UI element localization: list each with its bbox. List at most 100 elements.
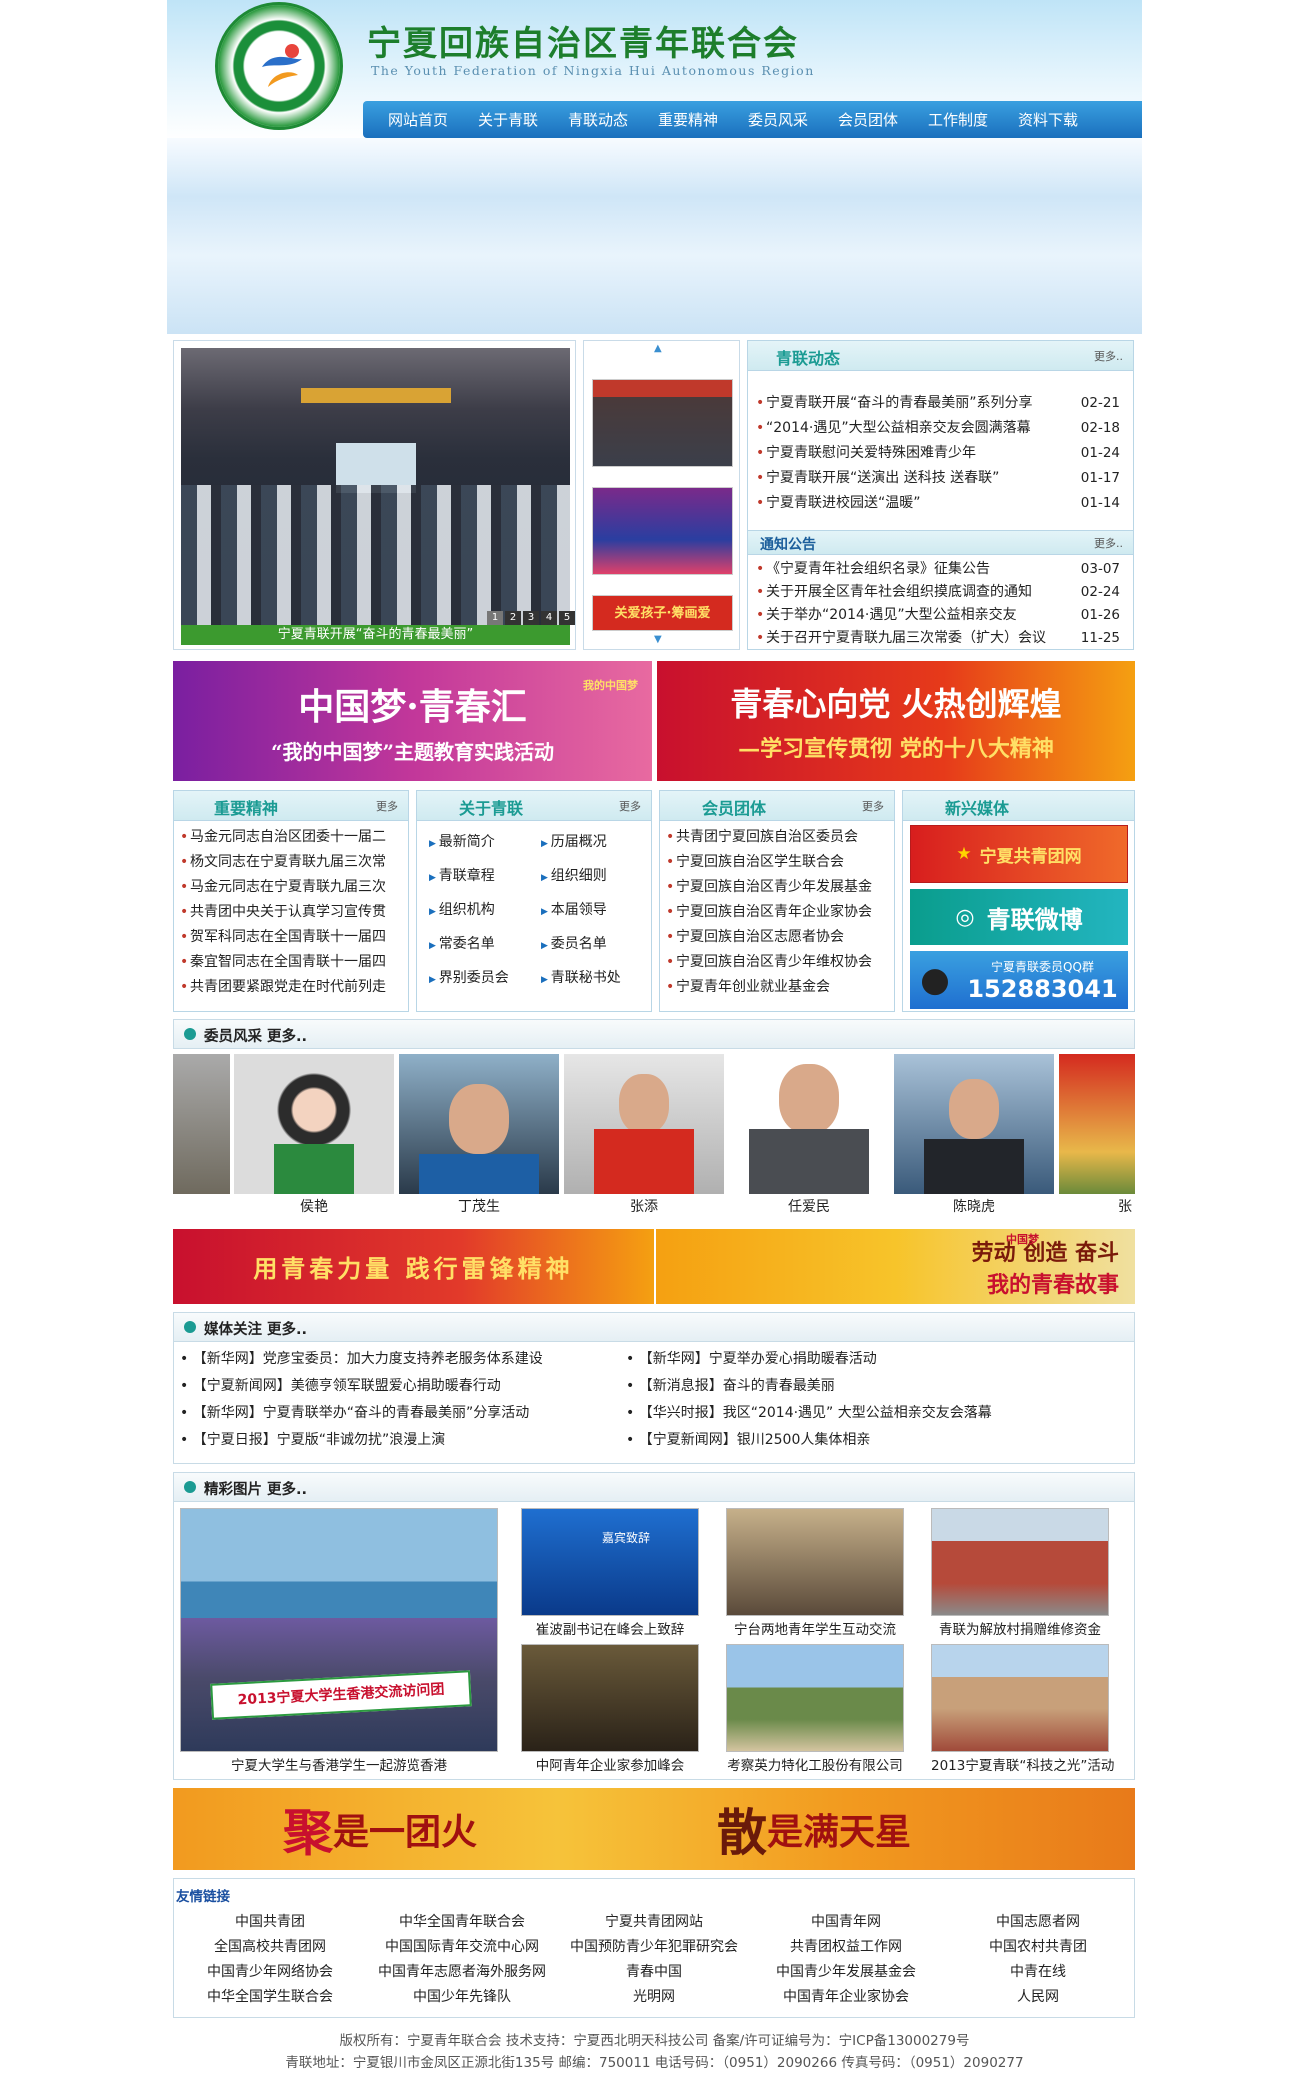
scroll-down-icon[interactable]: ▼ xyxy=(654,634,662,645)
slide-caption[interactable]: 宁夏青联开展“奋斗的青春最美丽” xyxy=(181,625,570,645)
friend-link[interactable]: 宁夏共青团网站 xyxy=(558,1911,750,1930)
gallery-caption[interactable]: 宁夏大学生与香港学生一起游览香港 xyxy=(180,1754,498,1774)
friend-link[interactable]: 中国青年企业家协会 xyxy=(750,1986,942,2005)
member-photo[interactable] xyxy=(729,1054,889,1194)
group-item[interactable]: 宁夏回族自治区青少年发展基金 xyxy=(662,875,892,900)
friend-link[interactable]: 中青在线 xyxy=(942,1961,1134,1980)
spirit-item[interactable]: 马金元同志在宁夏青联九届三次 xyxy=(176,875,406,900)
media-item[interactable]: • 【新华网】宁夏青联举办“奋斗的青春最美丽”分享活动 xyxy=(180,1400,620,1427)
about-link[interactable]: ▶ 常委名单 xyxy=(429,927,539,961)
friend-link[interactable]: 中国青少年发展基金会 xyxy=(750,1961,942,1980)
news-slider[interactable]: 1 2 3 4 5 宁夏青联开展“奋斗的青春最美丽” xyxy=(173,340,576,650)
nav-home[interactable]: 网站首页 xyxy=(373,109,463,130)
youth-story-banner[interactable]: 中国梦 劳动 创造 奋斗 我的青春故事 xyxy=(656,1229,1135,1304)
member-photo[interactable] xyxy=(1059,1054,1135,1194)
gallery-caption[interactable]: 宁台两地青年学生互动交流 xyxy=(726,1618,904,1638)
media-item[interactable]: • 【新消息报】奋斗的青春最美丽 xyxy=(626,1373,1126,1400)
news-item[interactable]: 宁夏青联进校园送“温暖”01-14 xyxy=(752,491,1130,516)
gallery-photo[interactable] xyxy=(726,1644,904,1752)
slide-dot[interactable]: 1 xyxy=(487,611,503,625)
notice-item[interactable]: 《宁夏青年社会组织名录》征集公告03-07 xyxy=(752,558,1130,581)
member-photo[interactable] xyxy=(173,1054,230,1194)
about-link[interactable]: ▶ 青联秘书处 xyxy=(541,961,651,995)
about-link[interactable]: ▶ 历届概况 xyxy=(541,825,651,859)
friend-link[interactable]: 青春中国 xyxy=(558,1961,750,1980)
notice-item[interactable]: 关于召开宁夏青联九届三次常委（扩大）会议11-25 xyxy=(752,627,1130,650)
thumbnail[interactable] xyxy=(592,379,733,467)
group-item[interactable]: 宁夏回族自治区青年企业家协会 xyxy=(662,900,892,925)
friend-link[interactable]: 中国青年网 xyxy=(750,1911,942,1930)
site-logo[interactable] xyxy=(215,2,343,130)
friend-link[interactable]: 全国高校共青团网 xyxy=(174,1936,366,1955)
spirit-item[interactable]: 秦宜智同志在全国青联十一届四 xyxy=(176,950,406,975)
gallery-photo[interactable] xyxy=(521,1644,699,1752)
spirit-item[interactable]: 共青团要紧跟党走在时代前列走 xyxy=(176,975,406,1000)
about-link[interactable]: ▶ 组织机构 xyxy=(429,893,539,927)
nav-rules[interactable]: 工作制度 xyxy=(913,109,1003,130)
friend-link[interactable]: 光明网 xyxy=(558,1986,750,2005)
nav-members[interactable]: 委员风采 xyxy=(733,109,823,130)
gallery-title[interactable]: 精彩图片 更多.. xyxy=(204,1478,307,1499)
friend-link[interactable]: 中国国际青年交流中心网 xyxy=(366,1936,558,1955)
groups-more-link[interactable]: 更多 xyxy=(862,798,884,814)
nav-downloads[interactable]: 资料下载 xyxy=(1003,109,1093,130)
news-item[interactable]: 宁夏青联开展“送演出 送科技 送春联”01-17 xyxy=(752,466,1130,491)
group-item[interactable]: 宁夏青年创业就业基金会 xyxy=(662,975,892,1000)
nav-groups[interactable]: 会员团体 xyxy=(823,109,913,130)
media-focus-title[interactable]: 媒体关注 更多.. xyxy=(204,1318,307,1339)
member-name[interactable]: 陈晓虎 xyxy=(894,1196,1054,1216)
friend-link[interactable]: 中华全国青年联合会 xyxy=(366,1911,558,1930)
about-link[interactable]: ▶ 界别委员会 xyxy=(429,961,539,995)
friend-link[interactable]: 中国共青团 xyxy=(174,1911,366,1930)
spirit-item[interactable]: 贺军科同志在全国青联十一届四 xyxy=(176,925,406,950)
slide-dot[interactable]: 2 xyxy=(505,611,521,625)
media-item[interactable]: • 【宁夏新闻网】美德亨领军联盟爱心捐助暖春行动 xyxy=(180,1373,620,1400)
media-item[interactable]: • 【宁夏新闻网】银川2500人集体相亲 xyxy=(626,1427,1126,1454)
friend-link[interactable]: 中国志愿者网 xyxy=(942,1911,1134,1930)
member-name[interactable]: 张 xyxy=(1118,1196,1135,1216)
gallery-caption[interactable]: 中阿青年企业家参加峰会 xyxy=(521,1754,699,1774)
member-photo[interactable] xyxy=(564,1054,724,1194)
friend-link[interactable]: 中国少年先锋队 xyxy=(366,1986,558,2005)
friend-link[interactable]: 人民网 xyxy=(942,1986,1134,2005)
scroll-up-icon[interactable]: ▲ xyxy=(654,343,662,354)
gallery-photo[interactable]: 嘉宾致辞 xyxy=(521,1508,699,1616)
group-item[interactable]: 宁夏回族自治区学生联合会 xyxy=(662,850,892,875)
spirit-item[interactable]: 马金元同志自治区团委十一届二 xyxy=(176,825,406,850)
notice-more-link[interactable]: 更多.. xyxy=(1094,535,1123,551)
member-name[interactable]: 任爱民 xyxy=(729,1196,889,1216)
notice-item[interactable]: 关于开展全区青年社会组织摸底调查的通知02-24 xyxy=(752,581,1130,604)
about-more-link[interactable]: 更多 xyxy=(619,798,641,814)
news-item[interactable]: 宁夏青联慰问关爱特殊困难青少年01-24 xyxy=(752,441,1130,466)
friend-link[interactable]: 中华全国学生联合会 xyxy=(174,1986,366,2005)
member-name[interactable]: 丁茂生 xyxy=(399,1196,559,1216)
qq-group-link[interactable]: ● 宁夏青联委员QQ群 152883041 xyxy=(910,951,1128,1009)
slide-image[interactable] xyxy=(181,348,570,625)
thumbnail[interactable] xyxy=(592,487,733,575)
member-name[interactable]: 侯艳 xyxy=(234,1196,394,1216)
media-item[interactable]: • 【新华网】宁夏举办爱心捐助暖春活动 xyxy=(626,1346,1126,1373)
member-name[interactable]: 张添 xyxy=(564,1196,724,1216)
slide-dot[interactable]: 4 xyxy=(541,611,557,625)
notice-item[interactable]: 关于举办“2014·遇见”大型公益相亲交友01-26 xyxy=(752,604,1130,627)
gallery-caption[interactable]: 青联为解放村捐赠维修资金 xyxy=(931,1618,1109,1638)
news-item[interactable]: “2014·遇见”大型公益相亲交友会圆满落幕02-18 xyxy=(752,416,1130,441)
news-more-link[interactable]: 更多.. xyxy=(1094,348,1123,364)
gallery-caption[interactable]: 崔波副书记在峰会上致辞 xyxy=(521,1618,699,1638)
group-item[interactable]: 共青团宁夏回族自治区委员会 xyxy=(662,825,892,850)
friend-link[interactable]: 中国青少年网络协会 xyxy=(174,1961,366,1980)
media-item[interactable]: • 【宁夏日报】宁夏版“非诚勿扰”浪漫上演 xyxy=(180,1427,620,1454)
member-photo[interactable] xyxy=(234,1054,394,1194)
gallery-caption[interactable]: 2013宁夏青联“科技之光”活动 xyxy=(931,1754,1114,1774)
about-link[interactable]: ▶ 最新简介 xyxy=(429,825,539,859)
nav-about[interactable]: 关于青联 xyxy=(463,109,553,130)
media-item[interactable]: • 【新华网】党彦宝委员：加大力度支持养老服务体系建设 xyxy=(180,1346,620,1373)
friend-link[interactable]: 中国农村共青团 xyxy=(942,1936,1134,1955)
gallery-main-photo[interactable]: 2013宁夏大学生香港交流访问团 xyxy=(180,1508,498,1752)
media-item[interactable]: • 【华兴时报】我区“2014·遇见” 大型公益相亲交友会落幕 xyxy=(626,1400,1126,1427)
group-item[interactable]: 宁夏回族自治区青少年维权协会 xyxy=(662,950,892,975)
gallery-caption[interactable]: 考察英力特化工股份有限公司 xyxy=(726,1754,904,1774)
news-item[interactable]: 宁夏青联开展“奋斗的青春最美丽”系列分享02-21 xyxy=(752,391,1130,416)
gallery-photo[interactable] xyxy=(931,1508,1109,1616)
lei-feng-banner[interactable]: 用青春力量 践行雷锋精神 xyxy=(173,1229,654,1304)
